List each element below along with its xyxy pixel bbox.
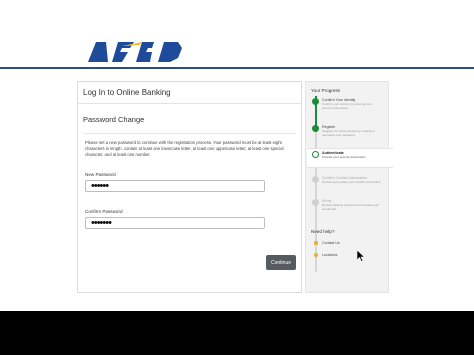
step-complete-icon bbox=[312, 125, 319, 132]
browser-screen: Log In to Online Banking Password Change… bbox=[0, 0, 474, 311]
panel-title: Log In to Online Banking bbox=[78, 82, 301, 104]
logo-graphic bbox=[82, 42, 192, 62]
progress-title: Your Progress bbox=[311, 88, 340, 93]
locations-label: Locations bbox=[322, 253, 338, 257]
map-pin-icon bbox=[313, 252, 319, 258]
continue-button[interactable]: Continue bbox=[266, 255, 296, 270]
site-header bbox=[0, 0, 474, 69]
locations-link[interactable]: Locations bbox=[313, 252, 338, 258]
confirm-password-input[interactable]: ••••••• bbox=[85, 217, 265, 229]
bank-logo[interactable] bbox=[82, 40, 192, 64]
step-current-icon bbox=[312, 151, 319, 158]
confirm-password-label: Confirm Password bbox=[85, 209, 123, 214]
header-divider bbox=[0, 67, 474, 69]
step-complete-icon bbox=[312, 98, 319, 105]
step-description: Confirm your identity by entering your a… bbox=[322, 102, 372, 110]
section-divider bbox=[83, 133, 296, 134]
envelope-icon bbox=[314, 241, 318, 245]
step-description: Review and update your contact informati… bbox=[322, 180, 381, 184]
contact-us-link[interactable]: Contact Us bbox=[314, 241, 340, 245]
step-description: Provide your security information bbox=[322, 155, 366, 159]
new-password-masked-value: •••••• bbox=[91, 180, 109, 192]
step-description: Register for online access by creating a… bbox=[322, 129, 375, 137]
contact-us-label: Contact Us bbox=[322, 241, 340, 245]
password-instructions: Please set a new password to continue wi… bbox=[85, 140, 284, 157]
step-pending-icon bbox=[312, 199, 319, 206]
login-panel: Log In to Online Banking Password Change… bbox=[77, 81, 302, 293]
step-pending-icon bbox=[312, 176, 319, 183]
progress-sidebar: Your Progress Confirm Your Identity Conf… bbox=[305, 81, 393, 293]
step-description: Review banking options and complete your… bbox=[322, 203, 380, 211]
mouse-cursor-icon bbox=[357, 250, 365, 262]
new-password-input[interactable]: •••••• bbox=[85, 180, 265, 192]
new-password-label: New Password bbox=[85, 172, 116, 177]
password-change-heading: Password Change bbox=[83, 115, 145, 124]
confirm-password-masked-value: ••••••• bbox=[91, 217, 112, 229]
need-help-heading: Need help? bbox=[311, 229, 335, 234]
